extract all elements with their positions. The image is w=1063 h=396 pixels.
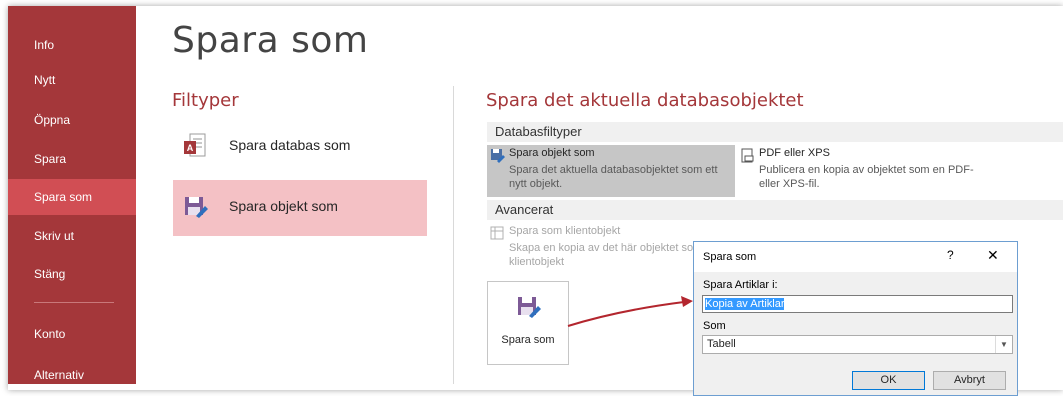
page-title: Spara som (172, 20, 369, 61)
option-save-object-title: Spara objekt som (509, 147, 595, 159)
nav-divider (34, 302, 114, 303)
callout-arrow (567, 296, 693, 327)
filetypes-heading: Filtyper (172, 90, 239, 111)
ok-button[interactable]: OK (852, 371, 925, 390)
save-name-value: Kopia av Artiklar (705, 298, 785, 310)
nav-info[interactable]: Info (8, 27, 136, 63)
nav-open[interactable]: Öppna (8, 102, 136, 138)
nav-save-as[interactable]: Spara som (8, 179, 136, 215)
type-select-value: Tabell (707, 338, 736, 350)
client-object-icon (490, 226, 505, 244)
type-label: Som (703, 320, 726, 332)
backstage-sidebar: Info Nytt Öppna Spara Spara som Skriv ut… (8, 6, 136, 384)
option-save-object-desc: Spara det aktuella databasobjektet som e… (509, 164, 718, 190)
save-as-button[interactable]: Spara som (487, 281, 569, 365)
type-select[interactable]: Tabell ▼ (702, 335, 1013, 354)
panel-divider (453, 86, 454, 384)
nav-save[interactable]: Spara (8, 141, 136, 177)
pdf-document-icon (740, 148, 755, 166)
save-as-dialog: Spara som ? ✕ Spara Artiklar i: Kopia av… (693, 241, 1018, 396)
option-client-title: Spara som klientobjekt (509, 225, 621, 237)
chevron-down-icon[interactable]: ▼ (995, 336, 1012, 353)
save-name-input[interactable]: Kopia av Artiklar (702, 295, 1013, 313)
group-advanced: Avancerat (487, 200, 1063, 220)
save-as-button-label: Spara som (501, 334, 555, 346)
option-save-object-as[interactable]: Spara objekt som Spara det aktuella data… (487, 145, 735, 197)
filetype-save-database-label: Spara databas som (229, 137, 351, 153)
close-icon[interactable]: ✕ (987, 247, 999, 264)
option-pdf-desc: Publicera en kopia av objektet som en PD… (759, 164, 974, 190)
access-database-icon: A (183, 133, 207, 159)
nav-print[interactable]: Skriv ut (8, 218, 136, 254)
help-button[interactable]: ? (947, 248, 954, 262)
option-pdf-xps[interactable]: PDF eller XPS Publicera en kopia av obje… (737, 145, 987, 197)
save-name-label: Spara Artiklar i: (703, 279, 778, 291)
svg-text:A: A (187, 143, 194, 153)
nav-close[interactable]: Stäng (8, 256, 136, 292)
nav-options[interactable]: Alternativ (8, 357, 136, 393)
nav-new[interactable]: Nytt (8, 62, 136, 98)
dialog-titlebar: Spara som ? ✕ (694, 242, 1017, 272)
dialog-title: Spara som (703, 251, 757, 263)
option-pdf-title: PDF eller XPS (759, 147, 830, 159)
filetype-save-database[interactable]: A Spara databas som (173, 119, 427, 175)
filetype-save-object-label: Spara objekt som (229, 198, 338, 214)
nav-account[interactable]: Konto (8, 316, 136, 352)
save-as-icon (490, 148, 505, 166)
filetype-save-object[interactable]: Spara objekt som (173, 180, 427, 236)
save-object-icon (183, 194, 208, 220)
right-heading: Spara det aktuella databasobjektet (486, 90, 804, 111)
group-database-filetypes: Databasfiltyper (487, 122, 1063, 142)
cancel-button[interactable]: Avbryt (933, 371, 1006, 390)
save-object-icon (516, 294, 542, 325)
